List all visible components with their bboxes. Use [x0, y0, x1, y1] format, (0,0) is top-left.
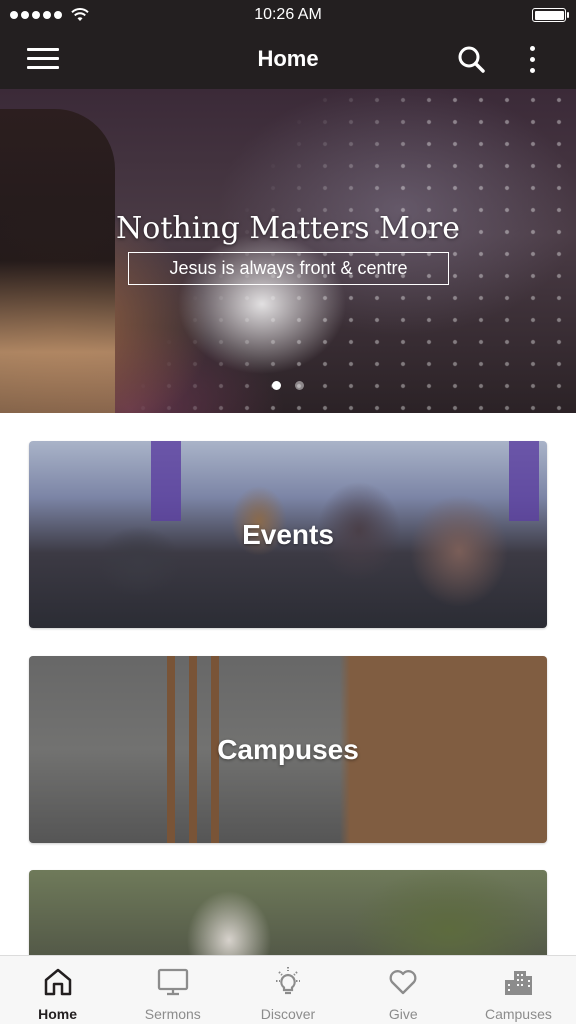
events-card[interactable]: Events [29, 441, 547, 628]
tab-sermons-label: Sermons [144, 1006, 201, 1022]
tab-campuses[interactable]: Campuses [461, 956, 576, 1024]
tab-discover-label: Discover [260, 1006, 316, 1022]
lightbulb-icon [276, 967, 300, 995]
home-icon [44, 968, 71, 996]
hero-singer-image [0, 109, 115, 413]
hero-subtitle: Jesus is always front & centre [128, 252, 449, 285]
events-card-label: Events [242, 518, 334, 550]
tab-give-label: Give [388, 1006, 418, 1022]
heart-icon [389, 970, 417, 995]
status-time: 10:26 AM [254, 6, 322, 23]
buildings-icon [505, 971, 533, 995]
tab-sermons[interactable]: Sermons [115, 956, 230, 1024]
campuses-card-label: Campuses [217, 733, 359, 765]
carousel-pagination [0, 381, 576, 390]
hero-carousel[interactable]: Nothing Matters More Jesus is always fro… [0, 89, 576, 413]
carousel-dot-1[interactable] [272, 381, 281, 390]
tab-home-label: Home [38, 1006, 78, 1022]
app-header: Home [0, 30, 576, 89]
bottom-tab-bar: Home Sermons Discover Give Campuses [0, 955, 576, 1024]
campuses-card[interactable]: Campuses [29, 656, 547, 843]
search-icon[interactable] [454, 42, 488, 76]
tab-campuses-label: Campuses [484, 1006, 552, 1022]
tab-discover[interactable]: Discover [230, 956, 345, 1024]
monitor-icon [157, 968, 188, 996]
more-options-icon[interactable] [520, 42, 544, 76]
tab-give[interactable]: Give [346, 956, 461, 1024]
tab-home[interactable]: Home [0, 956, 115, 1024]
status-bar: 10:26 AM [0, 0, 576, 30]
page-title: Home [257, 46, 319, 71]
carousel-dot-2[interactable] [295, 381, 304, 390]
hero-title: Nothing Matters More [116, 211, 460, 246]
battery-icon [532, 8, 569, 22]
